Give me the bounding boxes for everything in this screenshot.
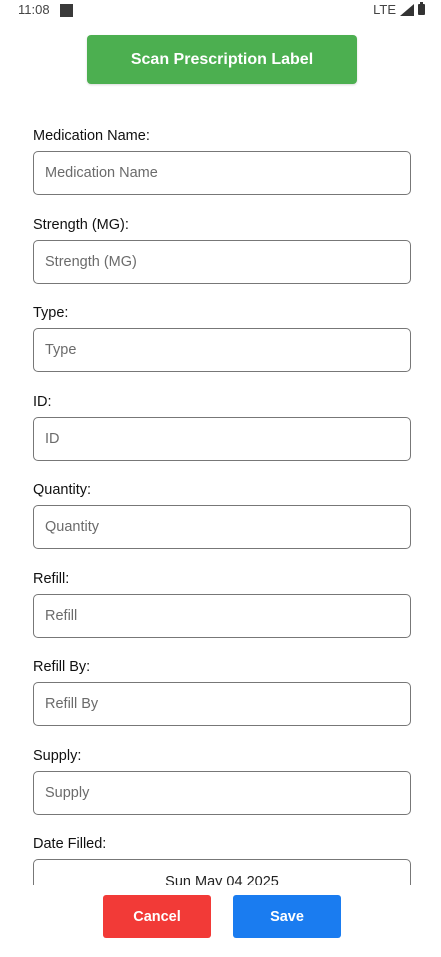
status-bar: 11:08 LTE xyxy=(0,0,441,22)
field-label: Medication Name: xyxy=(33,128,150,144)
network-type: LTE xyxy=(373,2,396,17)
id-input[interactable] xyxy=(33,416,411,461)
refill-by-input[interactable] xyxy=(33,682,411,726)
field-label: Date Filled: xyxy=(33,836,107,852)
notification-icon xyxy=(60,4,73,17)
type-input[interactable] xyxy=(33,328,411,372)
medication-form: Medication Name: Strength (MG): Type: ID… xyxy=(33,125,411,885)
cancel-button[interactable]: Cancel xyxy=(103,895,211,938)
scan-prescription-button[interactable]: Scan Prescription Label xyxy=(87,35,357,84)
save-button[interactable]: Save xyxy=(233,895,341,938)
field-type: Type: xyxy=(33,302,411,391)
add-medication-screen: 11:08 LTE Scan Prescription Label Medica… xyxy=(0,0,441,957)
field-label: Supply: xyxy=(33,747,82,764)
field-supply: Supply: xyxy=(33,745,411,834)
status-indicators: LTE xyxy=(373,2,425,17)
field-refill-by: Refill By: xyxy=(33,656,411,745)
field-medication-name: Medication Name: xyxy=(33,125,411,214)
medication-name-input[interactable] xyxy=(33,151,411,195)
field-strength: Strength (MG): xyxy=(33,214,411,303)
field-date-filled: Date Filled: Sun May 04 2025 xyxy=(33,833,411,885)
field-label: ID: xyxy=(33,393,52,410)
strength-input[interactable] xyxy=(33,239,411,284)
quantity-input[interactable] xyxy=(33,505,411,549)
field-label: Strength (MG): xyxy=(33,216,129,233)
field-quantity: Quantity: xyxy=(33,479,411,568)
signal-icon xyxy=(400,3,414,16)
refill-input[interactable] xyxy=(33,593,411,638)
battery-icon xyxy=(418,2,425,15)
field-refill: Refill: xyxy=(33,568,411,657)
field-label: Type: xyxy=(33,305,69,321)
field-label: Refill: xyxy=(33,570,70,587)
date-filled-picker[interactable]: Sun May 04 2025 xyxy=(33,859,411,885)
field-label: Refill By: xyxy=(33,659,91,675)
supply-input[interactable] xyxy=(33,770,411,815)
status-time: 11:08 xyxy=(18,2,50,17)
field-id: ID: xyxy=(33,391,411,480)
field-label: Quantity: xyxy=(33,482,92,498)
